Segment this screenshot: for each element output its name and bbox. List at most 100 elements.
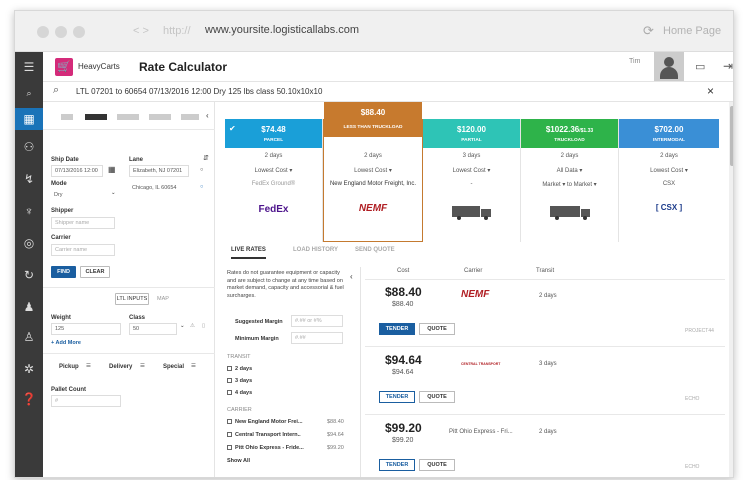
tab-load-history[interactable]: LOAD HISTORY [293, 247, 338, 253]
ltl-inputs-tab[interactable]: LTL INPUTS [115, 293, 149, 305]
search-icon[interactable]: ⌕ [15, 82, 43, 104]
map-tab[interactable]: MAP [157, 296, 169, 302]
origin-pin-icon[interactable]: ○ [200, 167, 203, 173]
refresh-icon[interactable]: ↻ [15, 264, 43, 286]
tender-button[interactable]: TENDER [379, 323, 415, 335]
calculator-icon[interactable]: ▦ [15, 108, 43, 130]
logout-icon[interactable]: ⇥ [723, 59, 733, 73]
route-icon[interactable]: ↯ [15, 168, 43, 190]
ltl-truck-icon[interactable] [85, 114, 107, 120]
minimum-margin-label: Minimum Margin [235, 336, 279, 342]
home-page-link[interactable]: Home Page [663, 25, 721, 37]
lane-to-input[interactable]: Chicago, IL 60654 [129, 183, 189, 195]
tender-button[interactable]: TENDER [379, 391, 415, 403]
list-icon[interactable]: ☰ [86, 363, 91, 369]
card-cost-select[interactable]: Lowest Cost ▾ [324, 167, 422, 174]
pickup-label[interactable]: Pickup [59, 364, 79, 370]
search-icon: ⌕ [53, 84, 60, 96]
users-icon[interactable]: ♟ [15, 296, 43, 318]
parcel-truck-icon[interactable] [61, 114, 73, 120]
card-carrier[interactable]: Market ▾ to Market ▾ [521, 181, 618, 188]
column-header-transit: Transit [536, 268, 555, 274]
intermodal-card[interactable]: $702.00 Intermodal 2 days Lowest Cost ▾ … [619, 119, 719, 242]
avatar[interactable] [654, 52, 684, 81]
ship-date-input[interactable]: 07/13/2016 12:00 [51, 165, 103, 177]
collapse-filter-icon[interactable]: ‹ [350, 272, 353, 281]
tender-button[interactable]: TENDER [379, 459, 415, 471]
message-icon[interactable]: ▭ [695, 60, 705, 73]
delivery-label[interactable]: Delivery [109, 364, 132, 370]
trophy-icon[interactable]: ♆ [15, 200, 43, 222]
window-minimize-dot[interactable] [55, 26, 67, 38]
hazmat-icon[interactable]: ⚠ [190, 323, 195, 329]
list-icon[interactable]: ☰ [140, 363, 145, 369]
transit-3-days: 3 days [235, 378, 253, 384]
carrier-option[interactable]: Central Transport Intern.. [227, 432, 301, 438]
add-more-link[interactable]: + Add More [51, 340, 81, 346]
chat-icon[interactable]: ◎ [15, 232, 43, 254]
quote-button[interactable]: QUOTE [419, 459, 455, 471]
search-bar[interactable]: ⌕ LTL 07201 to 60654 07/13/2016 12:00 Dr… [43, 82, 733, 102]
chevron-down-icon[interactable]: ⌄ [111, 190, 116, 196]
parcel-card[interactable]: ✔ $74.48 Parcel 2 days Lowest Cost ▾ Fed… [225, 119, 323, 242]
quote-button[interactable]: QUOTE [419, 391, 455, 403]
mode-select[interactable]: Dry [51, 190, 115, 202]
search-query[interactable]: LTL 07201 to 60654 07/13/2016 12:00 Dry … [76, 87, 322, 96]
card-carrier: - [470, 181, 473, 187]
class-select[interactable]: 50 [129, 323, 177, 335]
transit-option[interactable]: 3 days [227, 378, 252, 384]
collapse-chevron-icon[interactable]: ‹ [206, 111, 209, 120]
network-icon[interactable]: ✲ [15, 358, 43, 380]
pallet-count-input[interactable]: # [51, 395, 121, 407]
destination-pin-icon[interactable]: ○ [200, 184, 203, 190]
trash-icon[interactable]: ▯ [202, 323, 205, 329]
calendar-icon[interactable]: ▦ [108, 165, 116, 174]
nav-arrows[interactable]: < > [133, 25, 149, 37]
window-maximize-dot[interactable] [73, 26, 85, 38]
find-button[interactable]: FIND [51, 266, 76, 278]
carrier-input[interactable]: Carrier name [51, 244, 115, 256]
suggested-margin-input[interactable]: #.## or #% [291, 315, 343, 327]
close-icon[interactable]: × [707, 84, 714, 98]
people-icon[interactable]: ⚇ [15, 136, 43, 158]
chevron-down-icon[interactable]: ⌄ [180, 323, 185, 329]
window-close-dot[interactable] [37, 26, 49, 38]
truckload-icon[interactable] [149, 114, 171, 120]
csx-logo: [ CSX ] [655, 203, 683, 212]
card-cost-select[interactable]: Lowest Cost ▾ [225, 167, 322, 174]
carrier-option[interactable]: Pitt Ohio Express - Fride... [227, 445, 304, 451]
tab-live-rates[interactable]: LIVE RATES [231, 247, 266, 259]
show-all-link[interactable]: Show All [227, 458, 250, 464]
reload-icon[interactable]: ⟳ [643, 23, 654, 39]
special-label[interactable]: Special [163, 364, 184, 370]
rail-icon[interactable] [181, 114, 199, 120]
page-title: Rate Calculator [139, 60, 228, 74]
address-bar[interactable]: www.yoursite.logisticallabs.com [205, 24, 359, 36]
lane-from-input[interactable]: Elizabeth, NJ 07201 [129, 165, 189, 177]
swap-lane-icon[interactable]: ⇵ [203, 154, 209, 162]
quote-button[interactable]: QUOTE [419, 323, 455, 335]
transit-option[interactable]: 2 days [227, 366, 252, 372]
row-transit: 2 days [539, 293, 557, 299]
clear-button[interactable]: CLEAR [80, 266, 110, 278]
ltl-card[interactable]: $88.40 Less Than Truckload 2 days Lowest… [323, 102, 423, 242]
carrier-price: $88.40 [327, 419, 344, 425]
weight-input[interactable]: 125 [51, 323, 121, 335]
list-icon[interactable]: ☰ [191, 363, 196, 369]
partial-card[interactable]: $120.00 Partial 3 days Lowest Cost ▾ - [423, 119, 521, 242]
card-cost-select[interactable]: Lowest Cost ▾ [619, 167, 719, 174]
help-icon[interactable]: ❓ [15, 388, 43, 410]
scrollbar-thumb[interactable] [730, 106, 733, 166]
tab-send-quote[interactable]: SEND QUOTE [355, 247, 395, 253]
card-cost-select[interactable]: All Data ▾ [521, 167, 618, 174]
ltl-card-header: $88.40 Less Than Truckload [324, 102, 422, 137]
transit-option[interactable]: 4 days [227, 390, 252, 396]
carrier-option[interactable]: New England Motor Frei... [227, 419, 303, 425]
partial-truck-icon[interactable] [117, 114, 139, 120]
menu-icon[interactable]: ☰ [15, 56, 43, 78]
shipper-input[interactable]: Shipper name [51, 217, 115, 229]
truckload-card[interactable]: $1022.36/$1.33 Truckload 2 days All Data… [521, 119, 619, 242]
card-cost-select[interactable]: Lowest Cost ▾ [423, 167, 520, 174]
user-add-icon[interactable]: ♙ [15, 326, 43, 348]
minimum-margin-input[interactable]: #.## [291, 332, 343, 344]
